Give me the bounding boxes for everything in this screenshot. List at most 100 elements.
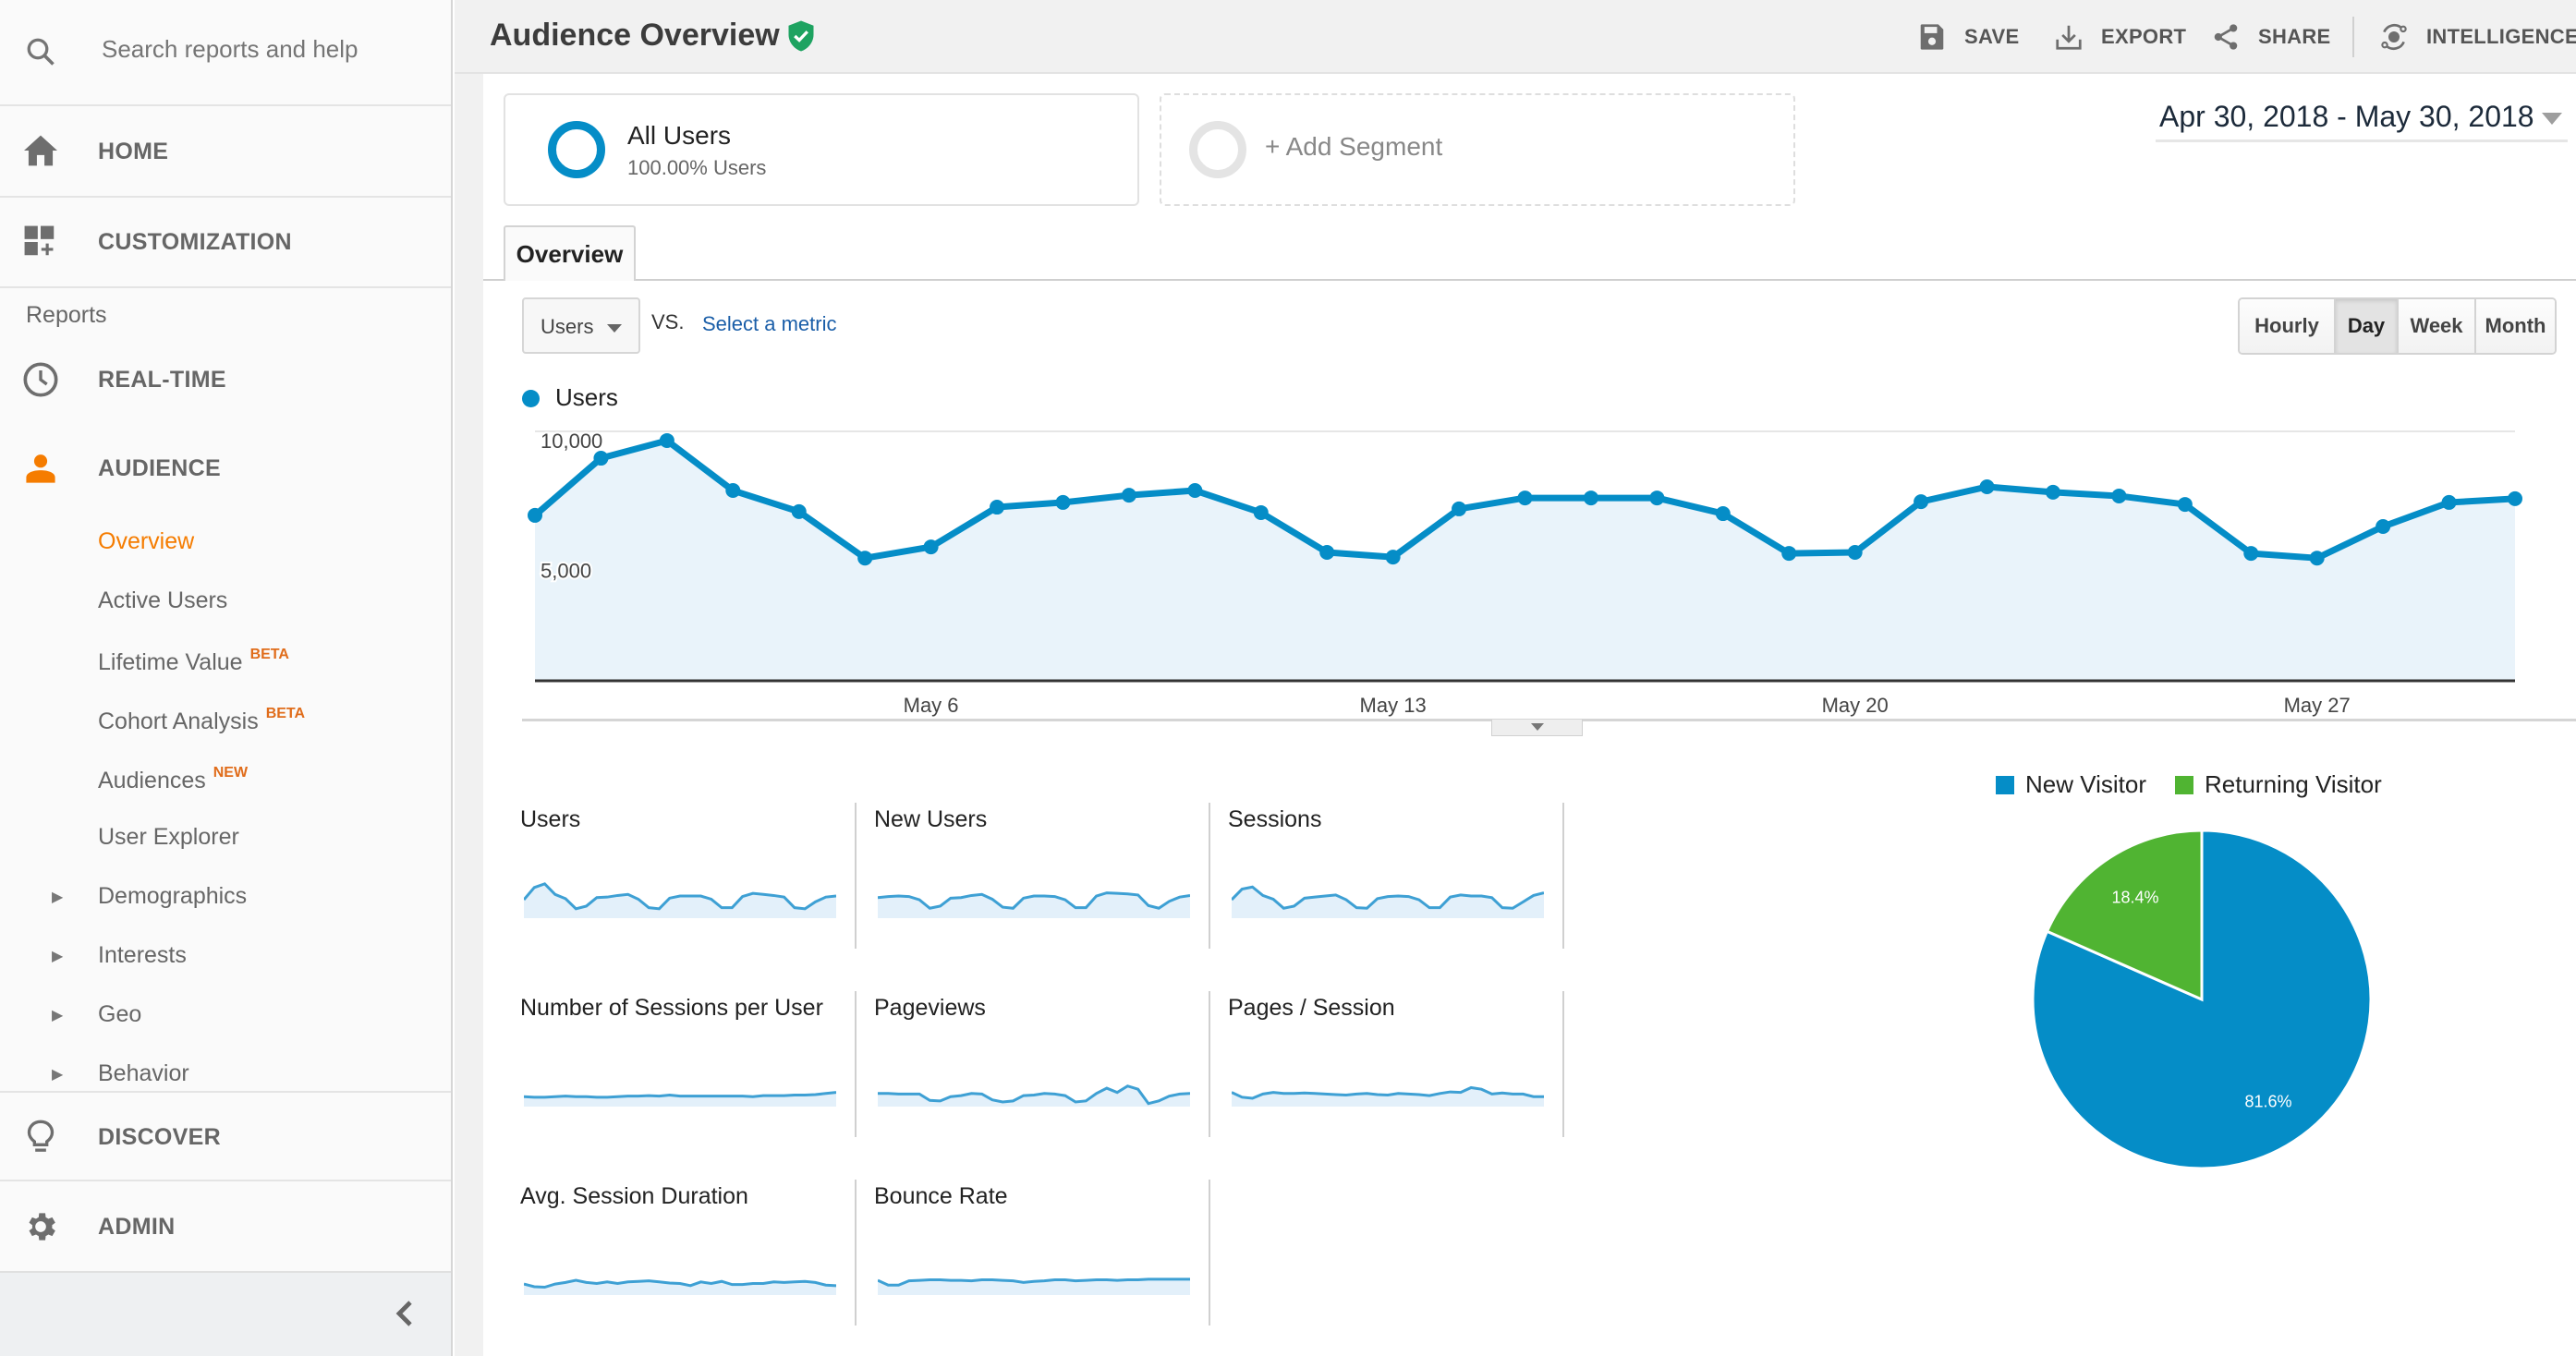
- data-point[interactable]: [528, 507, 542, 523]
- data-point[interactable]: [1914, 494, 1929, 510]
- data-point[interactable]: [1055, 494, 1071, 510]
- data-point[interactable]: [593, 451, 609, 466]
- data-point[interactable]: [1715, 506, 1731, 522]
- data-point[interactable]: [1385, 550, 1401, 565]
- data-point[interactable]: [2441, 494, 2457, 510]
- data-point[interactable]: [659, 432, 674, 448]
- data-point[interactable]: [2177, 497, 2193, 513]
- nav-cohort-analysis[interactable]: Cohort Analysis BETA: [98, 706, 305, 735]
- data-point[interactable]: [1187, 483, 1203, 499]
- intelligence-label: INTELLIGENCE: [2426, 25, 2576, 48]
- date-range-picker[interactable]: Apr 30, 2018 - May 30, 2018: [2156, 100, 2568, 142]
- legend-users-label: Users: [555, 383, 618, 411]
- add-segment-button[interactable]: + Add Segment: [1160, 93, 1795, 206]
- export-label: EXPORT: [2101, 25, 2187, 48]
- metric-card[interactable]: Avg. Session Duration: [520, 1183, 874, 1336]
- metric-card[interactable]: New Users: [874, 806, 1228, 959]
- search-input[interactable]: Search reports and help: [102, 35, 358, 64]
- tab-overview[interactable]: Overview: [504, 225, 636, 281]
- data-point[interactable]: [1847, 545, 1863, 561]
- data-point[interactable]: [2045, 484, 2060, 500]
- metric-card-separator: [1562, 803, 1564, 949]
- granularity-hourly[interactable]: Hourly: [2240, 299, 2336, 353]
- legend-users-marker: [522, 390, 540, 407]
- nav-audiences[interactable]: Audiences NEW: [98, 765, 248, 794]
- nav-active-users[interactable]: Active Users: [98, 587, 227, 614]
- data-point[interactable]: [857, 551, 873, 566]
- data-point[interactable]: [2508, 490, 2522, 506]
- data-point[interactable]: [1253, 504, 1269, 520]
- sub-item-label: Audiences: [98, 768, 206, 793]
- x-tick-label: May 27: [2284, 694, 2351, 717]
- nav-admin[interactable]: ADMIN: [0, 1181, 451, 1270]
- page-header: Audience Overview SAVE EXPORT SHARE INTE…: [455, 0, 2576, 74]
- granularity-day[interactable]: Day: [2336, 299, 2399, 353]
- share-button[interactable]: SHARE: [2210, 20, 2331, 54]
- metric-card-label: Avg. Session Duration: [520, 1183, 748, 1209]
- data-point[interactable]: [1121, 488, 1136, 503]
- data-point[interactable]: [1979, 478, 1995, 494]
- granularity-month[interactable]: Month: [2476, 299, 2555, 353]
- vs-label: VS.: [651, 310, 685, 333]
- metric-card[interactable]: Sessions: [1228, 806, 1582, 959]
- data-point[interactable]: [1649, 490, 1665, 506]
- nav-home[interactable]: HOME: [0, 106, 451, 196]
- data-point[interactable]: [791, 503, 807, 519]
- nav-discover-label: DISCOVER: [98, 1124, 221, 1150]
- select-metric-link[interactable]: Select a metric: [702, 312, 837, 336]
- metric-card[interactable]: Users: [520, 806, 874, 959]
- nav-lifetime-value[interactable]: Lifetime Value BETA: [98, 647, 289, 676]
- empty-segment-ring-icon: [1189, 121, 1246, 178]
- caret-down-icon: [607, 324, 622, 333]
- sparkline-line: [524, 1091, 836, 1099]
- data-point[interactable]: [1319, 545, 1335, 561]
- collapse-sidebar-chevron-left-icon[interactable]: [392, 1297, 416, 1330]
- metric-card[interactable]: Pages / Session: [1228, 995, 1582, 1147]
- chart-collapse-toggle[interactable]: [1491, 720, 1583, 736]
- data-point[interactable]: [1452, 501, 1467, 516]
- save-button[interactable]: SAVE: [1916, 20, 2019, 54]
- nav-customization[interactable]: CUSTOMIZATION: [0, 198, 451, 286]
- dashboard-add-icon: [22, 224, 59, 260]
- beta-badge: BETA: [249, 647, 289, 662]
- nav-realtime[interactable]: REAL-TIME: [0, 351, 451, 408]
- search-icon: [22, 33, 59, 70]
- intelligence-button[interactable]: INTELLIGENCE: [2378, 20, 2576, 54]
- metric-dropdown[interactable]: Users: [522, 297, 640, 354]
- nav-behavior-label: Behavior: [98, 1060, 189, 1086]
- nav-user-explorer[interactable]: User Explorer: [98, 824, 239, 851]
- metric-card[interactable]: Pageviews: [874, 995, 1228, 1147]
- users-line-chart: 10,000 5,000 May 6 May 13 May 20 May 27: [528, 428, 2522, 717]
- segment-all-users[interactable]: All Users 100.00% Users: [504, 93, 1139, 206]
- metric-card-separator: [1209, 1180, 1210, 1326]
- data-point[interactable]: [1517, 490, 1533, 506]
- x-tick-label: May 13: [1360, 694, 1427, 717]
- nav-audience-overview[interactable]: Overview: [98, 528, 194, 555]
- expand-arrow-icon: ▶: [52, 890, 64, 905]
- data-point[interactable]: [2376, 519, 2391, 535]
- nav-audience[interactable]: AUDIENCE: [0, 440, 451, 497]
- sparkline: [1232, 1085, 1544, 1107]
- data-point[interactable]: [2111, 488, 2127, 503]
- metric-card[interactable]: Number of Sessions per User: [520, 995, 874, 1147]
- export-button[interactable]: EXPORT: [2053, 20, 2186, 54]
- nav-discover[interactable]: DISCOVER: [0, 1093, 451, 1180]
- sidebar-footer: [0, 1271, 451, 1356]
- nav-interests-label: Interests: [98, 942, 187, 968]
- data-point[interactable]: [1583, 490, 1598, 506]
- metric-card[interactable]: Bounce Rate: [874, 1183, 1228, 1336]
- data-point[interactable]: [1781, 546, 1797, 562]
- visitor-type-pie-chart: 81.6% 18.4%: [2031, 829, 2373, 1170]
- search-row[interactable]: Search reports and help: [0, 0, 451, 103]
- data-point[interactable]: [2309, 551, 2325, 566]
- metric-dropdown-value: Users: [541, 315, 594, 338]
- home-icon: [22, 132, 59, 169]
- sidebar: Search reports and help HOME CUSTOMIZATI…: [0, 0, 453, 1356]
- data-point[interactable]: [725, 483, 741, 499]
- metric-card-label: Users: [520, 806, 581, 832]
- data-point[interactable]: [990, 500, 1005, 515]
- users-area-fill: [535, 440, 2515, 680]
- data-point[interactable]: [923, 539, 939, 555]
- data-point[interactable]: [2243, 546, 2259, 562]
- granularity-week[interactable]: Week: [2399, 299, 2476, 353]
